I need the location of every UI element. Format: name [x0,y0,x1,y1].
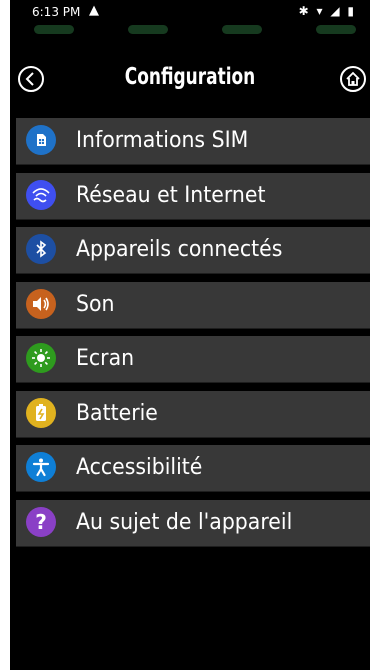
status-bar: 6:13 PM ▲ ✱ ▾ ◢ ▮ [10,0,370,24]
menu-item-label: Réseau et Internet [76,182,266,208]
menu-item-label: Son [76,291,115,317]
menu-item-sim[interactable]: Informations SIM [16,118,370,165]
warning-triangle-icon: ▲ [89,3,99,18]
menu-item-label: Informations SIM [76,128,249,153]
speaker-icon [26,288,56,319]
accessibility-icon [26,452,56,482]
menu-item-battery[interactable]: Batterie [16,390,370,438]
menu-item-label: Appareils connectés [76,237,283,262]
menu-item-label: Batterie [76,400,158,426]
menu-item-label: Ecran [76,346,135,371]
menu-item-screen[interactable]: Ecran [16,336,370,383]
status-time: 6:13 PM [32,5,81,19]
bluetooth-icon [26,234,56,264]
menu-item-label: Accessibilité [76,455,203,480]
menu-item-network[interactable]: Réseau et Internet [16,172,370,220]
indicator-pill [128,25,168,34]
menu-item-connected-devices[interactable]: Appareils connectés [16,227,370,274]
back-arrow-icon [25,72,34,86]
menu-item-label: Au sujet de l'appareil [76,509,293,535]
help-icon: ? [26,506,56,537]
page-title: Configuration [124,64,256,90]
menu-item-about-device[interactable]: ? Au sujet de l'appareil [16,499,370,547]
indicator-pill [34,25,74,34]
title-bar: Configuration [10,56,370,104]
menu-item-sound[interactable]: Son [16,281,370,329]
wifi-icon [26,179,56,210]
indicator-pill [316,25,356,34]
brightness-icon [26,343,56,373]
sim-card-icon [26,125,56,155]
home-icon [346,71,360,86]
menu-item-accessibility[interactable]: Accessibilité [16,445,370,492]
back-button[interactable] [18,66,44,92]
indicator-pill [222,25,262,34]
top-indicator-bar [10,24,370,36]
battery-icon [26,397,56,428]
status-icons: ✱ ▾ ◢ ▮ [298,4,356,18]
home-button[interactable] [340,66,366,92]
phone-screen: 6:13 PM ▲ ✱ ▾ ◢ ▮ Configuration Informat… [10,0,370,670]
settings-menu: Informations SIM Réseau et Internet Appa… [16,118,370,554]
